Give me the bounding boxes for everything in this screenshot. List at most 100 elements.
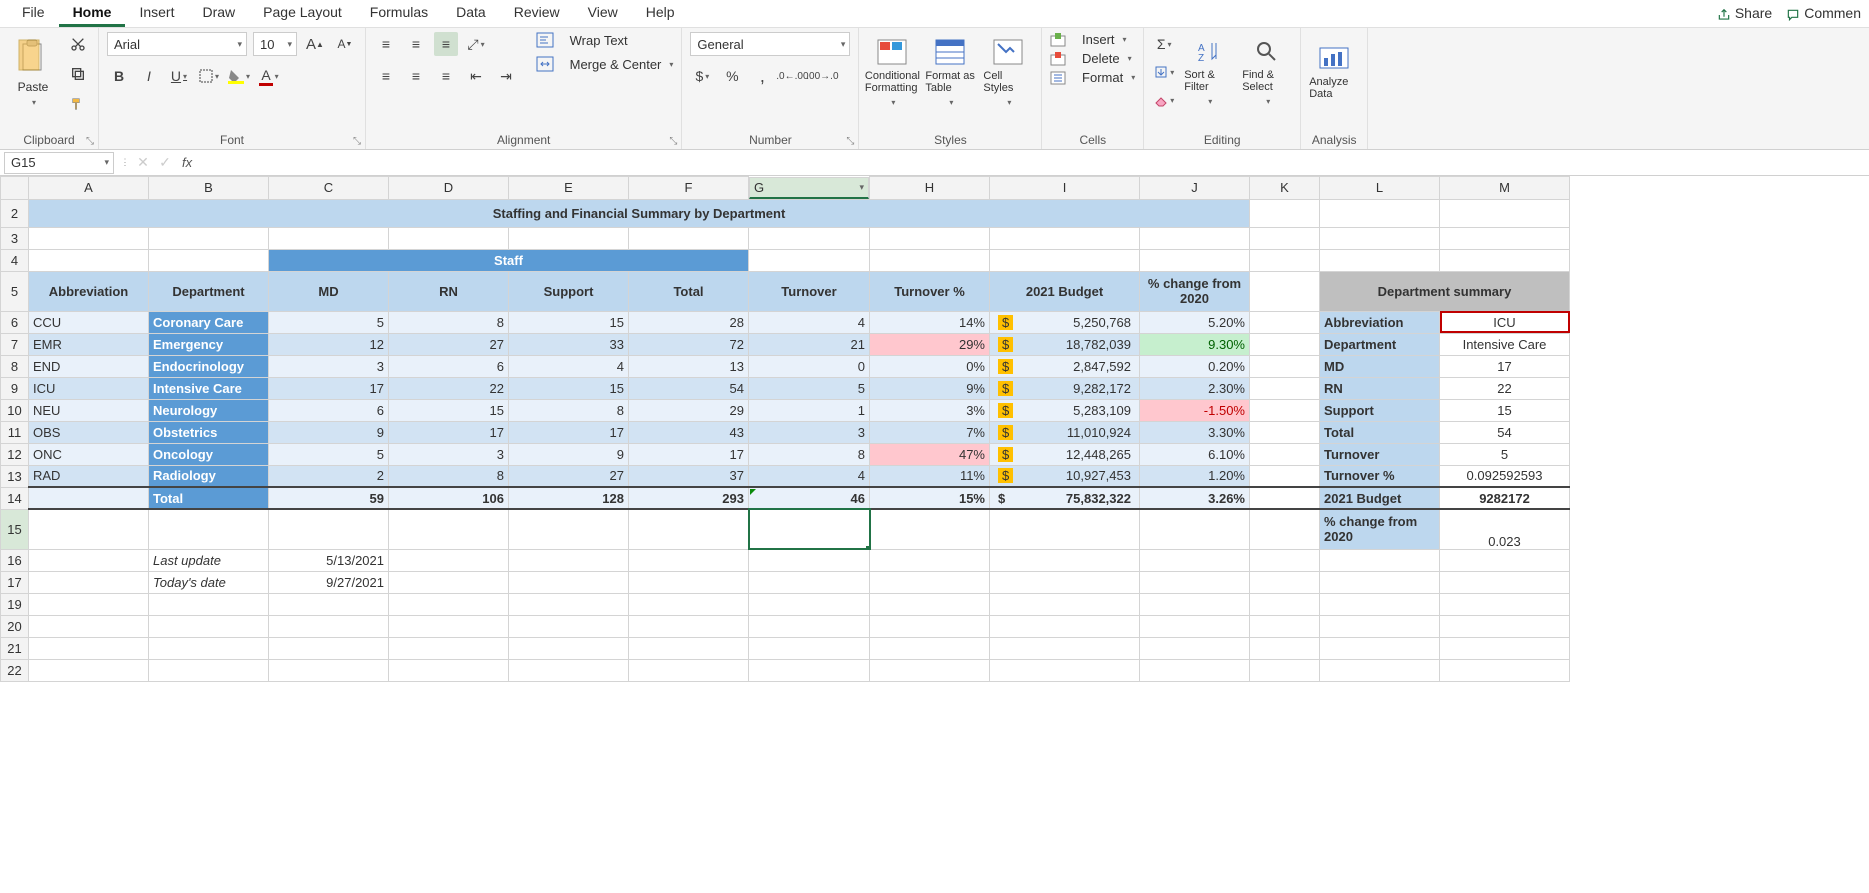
enter-formula-icon[interactable]: ✓ — [154, 154, 176, 171]
cell-md[interactable]: 5 — [269, 443, 389, 465]
col-header-support[interactable]: Support — [509, 271, 629, 311]
col-header-F[interactable]: F — [629, 177, 749, 200]
cell-turnover-pct[interactable]: 0% — [870, 355, 990, 377]
menu-tab-home[interactable]: Home — [59, 0, 126, 27]
cell-tot[interactable]: 37 — [629, 465, 749, 487]
cell-abbr[interactable]: END — [29, 355, 149, 377]
cell-rn[interactable]: 6 — [389, 355, 509, 377]
fill-color-button[interactable] — [227, 64, 251, 88]
decrease-decimal-icon[interactable]: .00→.0 — [810, 64, 834, 88]
cell-chg[interactable]: -1.50% — [1140, 399, 1250, 421]
cell-budget[interactable]: $5,250,768 — [990, 311, 1140, 333]
cell-turn[interactable]: 8 — [749, 443, 870, 465]
align-top-icon[interactable]: ≡ — [374, 32, 398, 56]
total-rn[interactable]: 106 — [389, 487, 509, 509]
conditional-formatting-button[interactable]: Conditional Formatting — [867, 32, 917, 112]
format-cells-button[interactable]: Format — [1050, 70, 1135, 85]
summary-label[interactable]: Turnover — [1320, 443, 1440, 465]
align-center-icon[interactable]: ≡ — [404, 64, 428, 88]
cancel-formula-icon[interactable]: ✕ — [132, 154, 154, 171]
comment-button[interactable]: Commen — [1786, 5, 1861, 21]
cell-chg[interactable]: 3.30% — [1140, 421, 1250, 443]
share-button[interactable]: Share — [1717, 5, 1772, 21]
menu-tab-data[interactable]: Data — [442, 0, 500, 27]
summary-label[interactable]: 2021 Budget — [1320, 487, 1440, 509]
spreadsheet-grid[interactable]: ABCDEFGHIJKLM2Staffing and Financial Sum… — [0, 176, 1869, 893]
cell-rn[interactable]: 8 — [389, 465, 509, 487]
cell-dept[interactable]: Neurology — [149, 399, 269, 421]
cell-md[interactable]: 3 — [269, 355, 389, 377]
cell-dept[interactable]: Oncology — [149, 443, 269, 465]
name-box[interactable]: G15 — [4, 152, 114, 174]
paste-button[interactable]: Paste — [8, 32, 58, 112]
alignment-launcher-icon[interactable]: ⤡ — [669, 136, 677, 147]
cell-rn[interactable]: 27 — [389, 333, 509, 355]
row-header-19[interactable]: 19 — [1, 593, 29, 615]
cell-md[interactable]: 12 — [269, 333, 389, 355]
col-header-J[interactable]: J — [1140, 177, 1250, 200]
cell-turnover-pct[interactable]: 47% — [870, 443, 990, 465]
accounting-format-icon[interactable]: $ — [690, 64, 714, 88]
col-header-A[interactable]: A — [29, 177, 149, 200]
col-header-rn[interactable]: RN — [389, 271, 509, 311]
insert-cells-button[interactable]: Insert — [1050, 32, 1126, 47]
cell-dept[interactable]: Obstetrics — [149, 421, 269, 443]
font-color-button[interactable]: A — [257, 64, 281, 88]
clear-icon[interactable] — [1152, 88, 1176, 112]
underline-button[interactable]: U — [167, 64, 191, 88]
total-turnover[interactable]: 46 — [749, 487, 870, 509]
increase-decimal-icon[interactable]: .0←.00 — [780, 64, 804, 88]
cell-dept[interactable]: Radiology — [149, 465, 269, 487]
summary-label[interactable]: Total — [1320, 421, 1440, 443]
cell-styles-button[interactable]: Cell Styles — [983, 32, 1033, 112]
increase-indent-icon[interactable]: ⇥ — [494, 64, 518, 88]
cell-rn[interactable]: 3 — [389, 443, 509, 465]
cell-md[interactable]: 17 — [269, 377, 389, 399]
menu-tab-view[interactable]: View — [574, 0, 632, 27]
number-launcher-icon[interactable]: ⤡ — [846, 136, 854, 147]
cell-turn[interactable]: 3 — [749, 421, 870, 443]
cell-tot[interactable]: 28 — [629, 311, 749, 333]
comma-format-icon[interactable]: , — [750, 64, 774, 88]
cell-turn[interactable]: 5 — [749, 377, 870, 399]
cell-md[interactable]: 5 — [269, 311, 389, 333]
col-header-2021-budget[interactable]: 2021 Budget — [990, 271, 1140, 311]
cell-budget[interactable]: $5,283,109 — [990, 399, 1140, 421]
summary-label[interactable]: Abbreviation — [1320, 311, 1440, 333]
analyze-data-button[interactable]: Analyze Data — [1309, 32, 1359, 112]
col-header-D[interactable]: D — [389, 177, 509, 200]
orientation-icon[interactable]: ⤢ — [464, 32, 488, 56]
col-header-total[interactable]: Total — [629, 271, 749, 311]
cell-rn[interactable]: 8 — [389, 311, 509, 333]
cell-chg[interactable]: 6.10% — [1140, 443, 1250, 465]
col-header-md[interactable]: MD — [269, 271, 389, 311]
cell-budget[interactable]: $18,782,039 — [990, 333, 1140, 355]
align-bottom-icon[interactable]: ≡ — [434, 32, 458, 56]
summary-value[interactable]: 22 — [1440, 377, 1570, 399]
summary-title[interactable]: Department summary — [1320, 271, 1570, 311]
summary-label[interactable]: % change from 2020 — [1320, 509, 1440, 549]
summary-value[interactable]: 0.023 — [1440, 509, 1570, 549]
total-budget[interactable]: $75,832,322 — [990, 487, 1140, 509]
cell-budget[interactable]: $9,282,172 — [990, 377, 1140, 399]
cell-md[interactable]: 2 — [269, 465, 389, 487]
summary-value[interactable]: ICU — [1440, 311, 1570, 333]
delete-cells-button[interactable]: Delete — [1050, 51, 1131, 66]
border-button[interactable] — [197, 64, 221, 88]
summary-label[interactable]: Support — [1320, 399, 1440, 421]
cell-dept[interactable]: Emergency — [149, 333, 269, 355]
copy-button[interactable] — [66, 62, 90, 86]
col-header-K[interactable]: K — [1250, 177, 1320, 200]
col-header-department[interactable]: Department — [149, 271, 269, 311]
find-select-button[interactable]: Find & Select — [1242, 32, 1292, 112]
row-header-22[interactable]: 22 — [1, 659, 29, 681]
cell-tot[interactable]: 29 — [629, 399, 749, 421]
percent-format-icon[interactable]: % — [720, 64, 744, 88]
cell-turnover-pct[interactable]: 14% — [870, 311, 990, 333]
last-update-label[interactable]: Last update — [149, 549, 269, 571]
cell-md[interactable]: 6 — [269, 399, 389, 421]
cell-chg[interactable]: 2.30% — [1140, 377, 1250, 399]
fx-icon[interactable]: fx — [176, 155, 198, 170]
cell-turn[interactable]: 0 — [749, 355, 870, 377]
cell-budget[interactable]: $11,010,924 — [990, 421, 1140, 443]
